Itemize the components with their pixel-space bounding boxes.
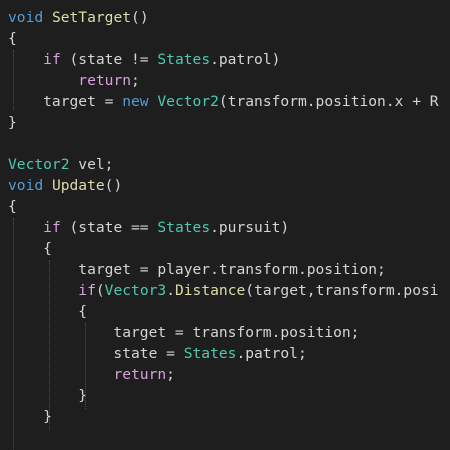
code-line[interactable]: target = new Vector2(transform.position.… (8, 91, 439, 112)
code-line[interactable]: if(Vector3.Distance(target,transform.pos… (8, 280, 439, 301)
code-token: { (8, 30, 17, 47)
code-token: Vector2 (157, 93, 219, 110)
code-token: States (157, 51, 211, 68)
code-token: Distance (174, 282, 246, 299)
code-line[interactable]: } (8, 406, 52, 427)
code-token: target = (8, 93, 123, 110)
code-line[interactable]: if (state != States.patrol) (8, 49, 280, 70)
code-token: (transform.position.x + R (218, 93, 439, 110)
code-token: return (113, 366, 167, 383)
code-line[interactable]: if (state == States.pursuit) (8, 217, 289, 238)
code-editor[interactable]: void SetTarget(){ if (state != States.pa… (0, 0, 450, 450)
code-token: SetTarget (51, 9, 132, 26)
code-token: (target,transform.posi (245, 282, 439, 299)
code-token: (state != (60, 51, 158, 68)
code-token: vel; (69, 156, 114, 173)
code-token: ( (95, 282, 105, 299)
code-token: () (131, 9, 149, 26)
code-token: { (8, 303, 88, 320)
code-line[interactable]: { (8, 28, 17, 49)
code-token: ; (166, 366, 175, 383)
code-token: } (8, 387, 88, 404)
code-token: .patrol; (236, 345, 307, 362)
code-token: new (122, 93, 149, 110)
code-token: void (8, 177, 44, 194)
code-token: States (157, 219, 211, 236)
code-line[interactable]: { (8, 301, 87, 322)
code-token: target = transform.position; (8, 324, 360, 341)
code-line[interactable]: return; (8, 364, 175, 385)
code-token: if (43, 219, 61, 236)
code-token: void (8, 9, 44, 26)
code-token: } (8, 408, 52, 425)
code-line[interactable]: void SetTarget() (8, 7, 149, 28)
code-token: { (8, 240, 52, 257)
code-token: (state == (60, 219, 158, 236)
code-token: if (78, 282, 96, 299)
code-line[interactable]: } (8, 112, 17, 133)
code-token: state = (8, 345, 184, 362)
code-token: { (8, 198, 17, 215)
code-token: .patrol) (210, 51, 281, 68)
code-line[interactable]: state = States.patrol; (8, 343, 307, 364)
code-line[interactable]: void Update() (8, 175, 122, 196)
code-token: Update (51, 177, 105, 194)
code-token: if (43, 51, 61, 68)
code-token: Vector3 (104, 282, 167, 299)
code-token: return (78, 72, 132, 89)
code-token: Vector2 (8, 156, 70, 173)
code-line[interactable]: return; (8, 70, 140, 91)
code-token: States (183, 345, 237, 362)
code-line[interactable]: target = player.transform.position; (8, 259, 386, 280)
code-token: () (104, 177, 123, 194)
code-line[interactable]: { (8, 196, 17, 217)
code-token: } (8, 114, 17, 131)
code-line[interactable]: } (8, 385, 87, 406)
code-token: ; (131, 72, 140, 89)
code-line[interactable]: { (8, 238, 52, 259)
code-line[interactable]: Vector2 vel; (8, 154, 113, 175)
code-token: target = player.transform.position; (8, 261, 386, 278)
code-token: . (166, 282, 175, 299)
code-line[interactable]: target = transform.position; (8, 322, 359, 343)
code-token: .pursuit) (210, 219, 290, 236)
